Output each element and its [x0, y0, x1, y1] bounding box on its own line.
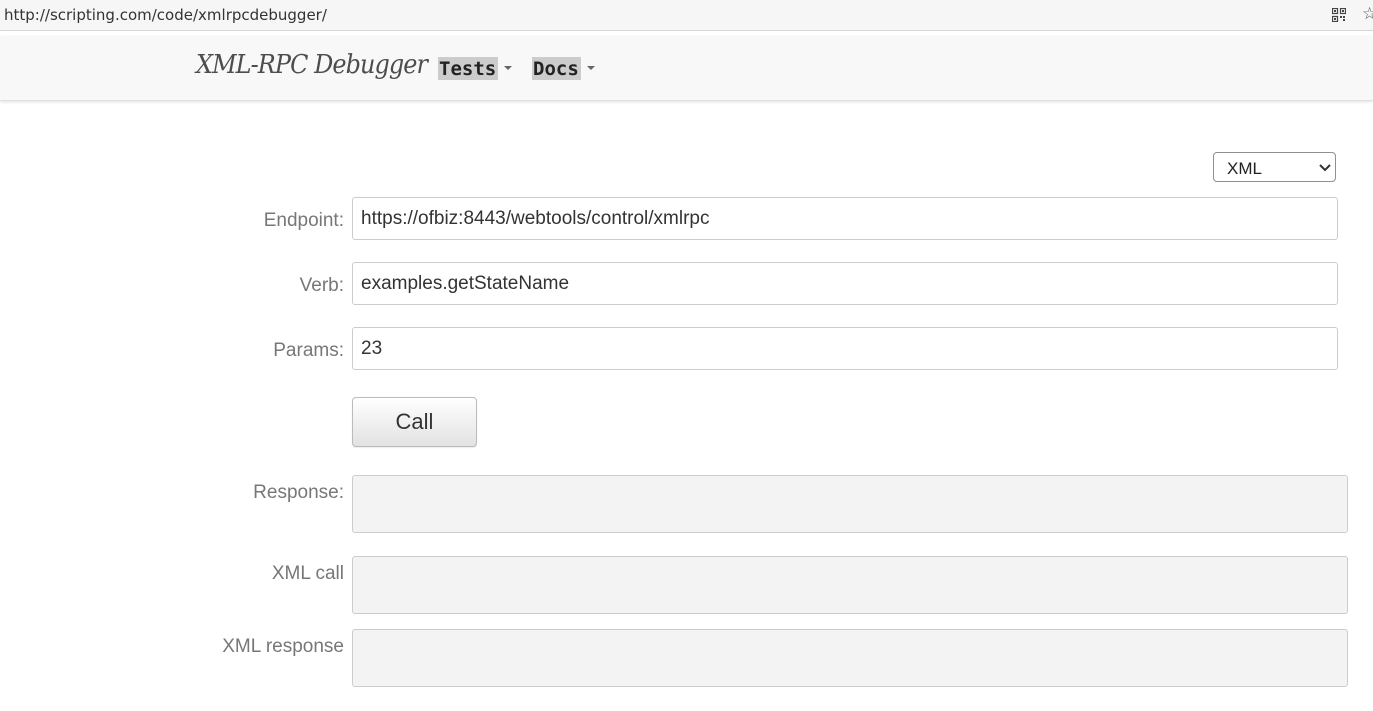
endpoint-value: https://ofbiz:8443/webtools/control/xmlr… — [361, 208, 710, 229]
endpoint-label: Endpoint: — [263, 210, 344, 231]
navbar: XML-RPC Debugger Tests Docs — [0, 36, 1373, 101]
brand-title[interactable]: XML-RPC Debugger — [196, 50, 428, 80]
verb-label: Verb: — [299, 275, 344, 296]
xml-response-output[interactable] — [352, 629, 1348, 687]
caret-down-icon[interactable] — [504, 66, 513, 70]
tests-menu[interactable]: Tests — [438, 56, 513, 80]
format-select-value: XML — [1227, 159, 1262, 178]
docs-menu-label[interactable]: Docs — [532, 56, 581, 80]
xml-call-output[interactable] — [352, 556, 1348, 614]
params-label: Params: — [273, 340, 344, 361]
bookmark-star-icon[interactable]: ☆ — [1362, 4, 1373, 24]
docs-menu[interactable]: Docs — [532, 56, 595, 80]
browser-address-bar[interactable]: http://scripting.com/code/xmlrpcdebugger… — [0, 0, 1373, 31]
xml-call-label: XML call — [271, 563, 344, 584]
format-select[interactable]: XML — [1213, 152, 1336, 182]
endpoint-input[interactable]: https://ofbiz:8443/webtools/control/xmlr… — [352, 197, 1338, 240]
call-button[interactable]: Call — [352, 397, 477, 447]
response-output[interactable] — [352, 475, 1348, 533]
url-text[interactable]: http://scripting.com/code/xmlrpcdebugger… — [4, 6, 327, 24]
params-input[interactable]: 23 — [352, 327, 1338, 370]
params-value: 23 — [361, 338, 383, 359]
chevron-down-icon — [1319, 164, 1331, 172]
xml-response-label: XML response — [222, 636, 344, 657]
tests-menu-label[interactable]: Tests — [438, 56, 499, 80]
caret-down-icon[interactable] — [586, 66, 595, 70]
response-label: Response: — [253, 482, 344, 503]
verb-input[interactable]: examples.getStateName — [352, 262, 1338, 305]
verb-value: examples.getStateName — [361, 273, 570, 294]
qr-code-icon[interactable] — [1332, 8, 1346, 22]
